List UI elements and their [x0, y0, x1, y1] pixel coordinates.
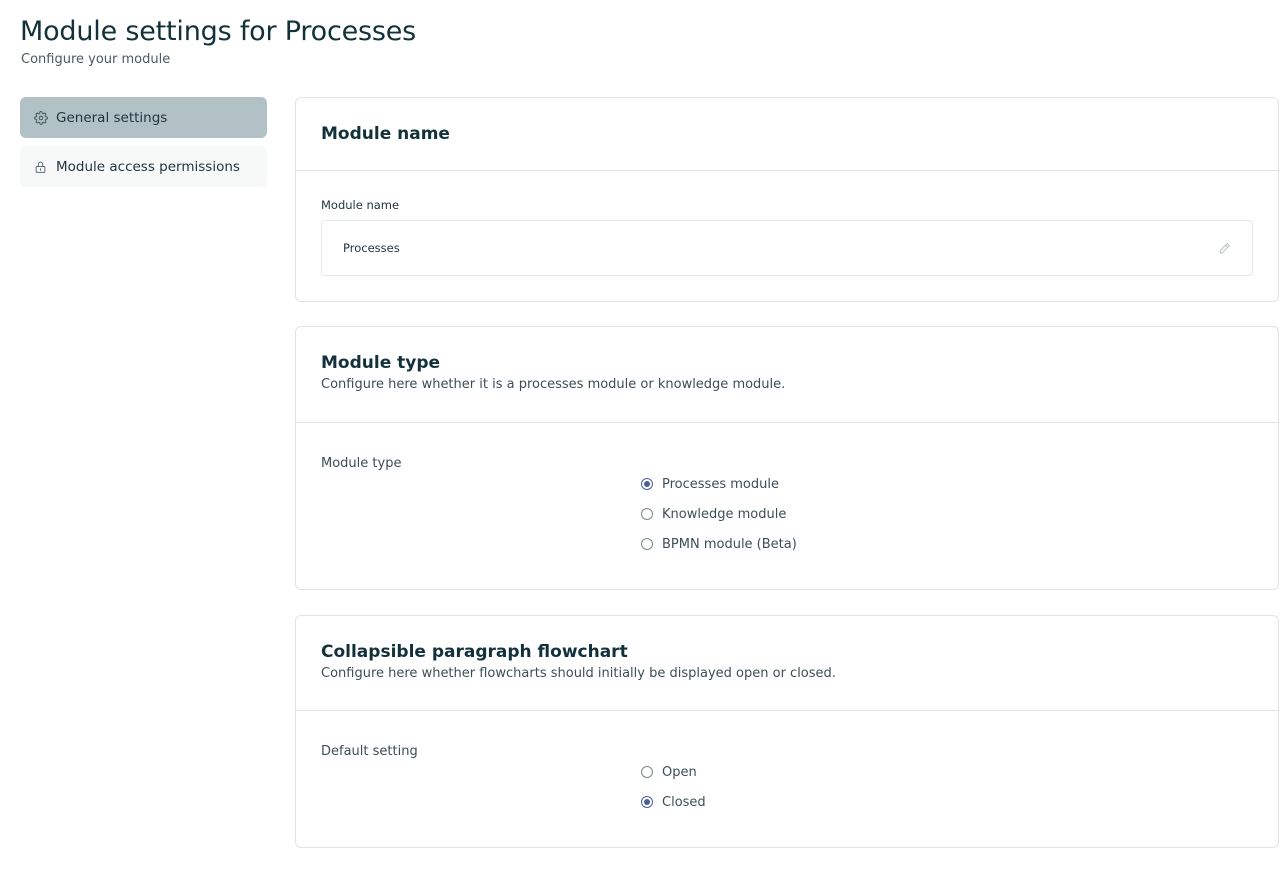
flowchart-card: Collapsible paragraph flowchart Configur…	[295, 615, 1279, 848]
page-title: Module settings for Processes	[20, 16, 417, 47]
radio-label: Knowledge module	[662, 506, 787, 522]
radio-processes-module[interactable]: Processes module	[641, 469, 797, 499]
radio-button[interactable]	[641, 766, 653, 778]
card-description: Configure here whether it is a processes…	[321, 377, 786, 392]
sidebar-item-label: Module access permissions	[56, 158, 240, 175]
module-type-radio-group: Processes module Knowledge module BPMN m…	[641, 469, 797, 559]
module-name-input[interactable]	[343, 241, 1143, 255]
radio-label: Open	[662, 764, 697, 780]
default-setting-radio-group: Open Closed	[641, 757, 706, 817]
default-setting-label: Default setting	[321, 744, 418, 759]
radio-button[interactable]	[641, 538, 653, 550]
gear-icon	[33, 110, 48, 125]
radio-label: Closed	[662, 794, 706, 810]
module-type-label: Module type	[321, 456, 402, 471]
module-name-field[interactable]	[321, 220, 1253, 276]
card-title: Module type	[321, 353, 441, 373]
card-header: Collapsible paragraph flowchart Configur…	[296, 616, 1278, 711]
card-description: Configure here whether flowcharts should…	[321, 666, 836, 681]
radio-knowledge-module[interactable]: Knowledge module	[641, 499, 797, 529]
module-type-card: Module type Configure here whether it is…	[295, 326, 1279, 590]
lock-icon	[33, 159, 48, 174]
sidebar-item-module-access-permissions[interactable]: Module access permissions	[20, 146, 267, 187]
sidebar-item-general-settings[interactable]: General settings	[20, 97, 267, 138]
card-title: Module name	[321, 124, 450, 144]
radio-open[interactable]: Open	[641, 757, 706, 787]
settings-page: Module settings for Processes Configure …	[0, 0, 1285, 879]
card-body: Module name	[296, 198, 1278, 276]
radio-button[interactable]	[641, 796, 653, 808]
page-subtitle: Configure your module	[21, 52, 171, 67]
radio-button[interactable]	[641, 508, 653, 520]
radio-closed[interactable]: Closed	[641, 787, 706, 817]
radio-label: BPMN module (Beta)	[662, 536, 797, 552]
card-header: Module type Configure here whether it is…	[296, 327, 1278, 423]
page-header: Module settings for Processes Configure …	[20, 14, 416, 68]
module-name-label: Module name	[321, 198, 400, 212]
card-title: Collapsible paragraph flowchart	[321, 642, 628, 662]
radio-label: Processes module	[662, 476, 779, 492]
module-name-card: Module name Module name	[295, 97, 1279, 302]
radio-button[interactable]	[641, 478, 653, 490]
card-header: Module name	[296, 98, 1278, 171]
sidebar-item-label: General settings	[56, 109, 168, 126]
pencil-icon[interactable]	[1218, 242, 1231, 255]
radio-bpmn-module[interactable]: BPMN module (Beta)	[641, 529, 797, 559]
settings-sidebar: General settings Module access permissio…	[20, 97, 267, 195]
